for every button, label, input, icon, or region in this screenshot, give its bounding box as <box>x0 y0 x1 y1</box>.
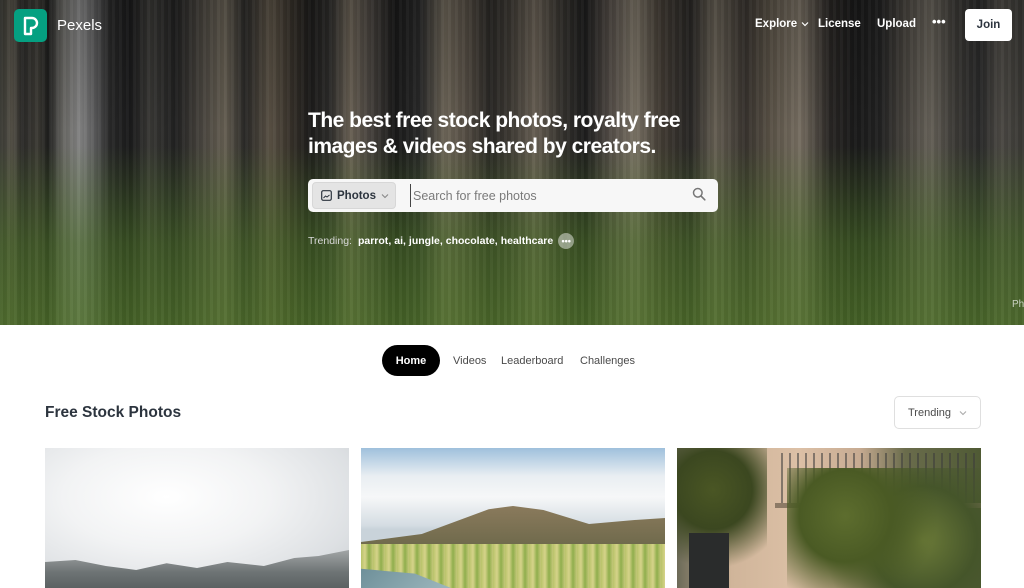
photo-leaves <box>787 468 981 588</box>
trending-label: Trending: <box>308 235 352 247</box>
separator: , <box>403 235 406 247</box>
separator: , <box>439 235 443 247</box>
section-title: Free Stock Photos <box>45 404 182 421</box>
photo-card[interactable] <box>677 448 981 588</box>
hero-headline: The best free stock photos, royalty free… <box>308 109 681 158</box>
trending-searches: Trending: parrot, ai, jungle, chocolate,… <box>308 233 575 249</box>
photo-hill <box>361 506 665 546</box>
image-icon <box>321 190 332 201</box>
search-icon <box>692 187 706 201</box>
tab-home[interactable]: Home <box>382 345 440 376</box>
trending-tag[interactable]: jungle <box>409 235 440 247</box>
nav-upload[interactable]: Upload <box>877 18 916 30</box>
sort-dropdown[interactable]: Trending <box>894 396 981 429</box>
content-tabs: Home Videos Leaderboard Challenges <box>0 345 1024 377</box>
pexels-logo[interactable] <box>14 9 47 42</box>
trending-tag[interactable]: ai <box>394 235 403 247</box>
more-trending-icon[interactable]: ••• <box>558 233 575 249</box>
search-input[interactable] <box>410 184 680 207</box>
pexels-logo-icon <box>23 16 38 35</box>
photo-card[interactable] <box>45 448 349 588</box>
separator: , <box>388 235 392 247</box>
trending-tag[interactable]: healthcare <box>501 235 554 247</box>
more-options-icon[interactable]: ••• <box>932 14 946 29</box>
top-navigation: Pexels Explore License Upload ••• Join <box>0 0 1024 50</box>
search-bar: Photos <box>308 179 718 212</box>
photo-credit[interactable]: Ph <box>1012 299 1024 310</box>
brand-name[interactable]: Pexels <box>57 17 102 34</box>
chevron-down-icon <box>959 410 967 415</box>
photo-card[interactable] <box>361 448 665 588</box>
trending-tag[interactable]: chocolate <box>446 235 495 247</box>
separator: , <box>494 235 498 247</box>
tab-leaderboard[interactable]: Leaderboard <box>501 345 563 376</box>
photo-window <box>689 533 729 588</box>
search-type-label: Photos <box>337 189 376 202</box>
chevron-down-icon <box>381 193 389 198</box>
nav-explore-label: Explore <box>755 18 798 30</box>
tab-videos[interactable]: Videos <box>453 345 486 376</box>
sort-label: Trending <box>908 406 952 419</box>
tab-challenges[interactable]: Challenges <box>580 345 635 376</box>
search-type-dropdown[interactable]: Photos <box>312 182 396 209</box>
join-button[interactable]: Join <box>965 9 1012 41</box>
chevron-down-icon <box>801 22 809 27</box>
nav-license[interactable]: License <box>818 18 861 30</box>
trending-tag[interactable]: parrot <box>358 235 388 247</box>
search-button[interactable] <box>692 187 708 203</box>
nav-explore[interactable]: Explore <box>755 18 809 30</box>
photo-mountains <box>45 550 349 588</box>
